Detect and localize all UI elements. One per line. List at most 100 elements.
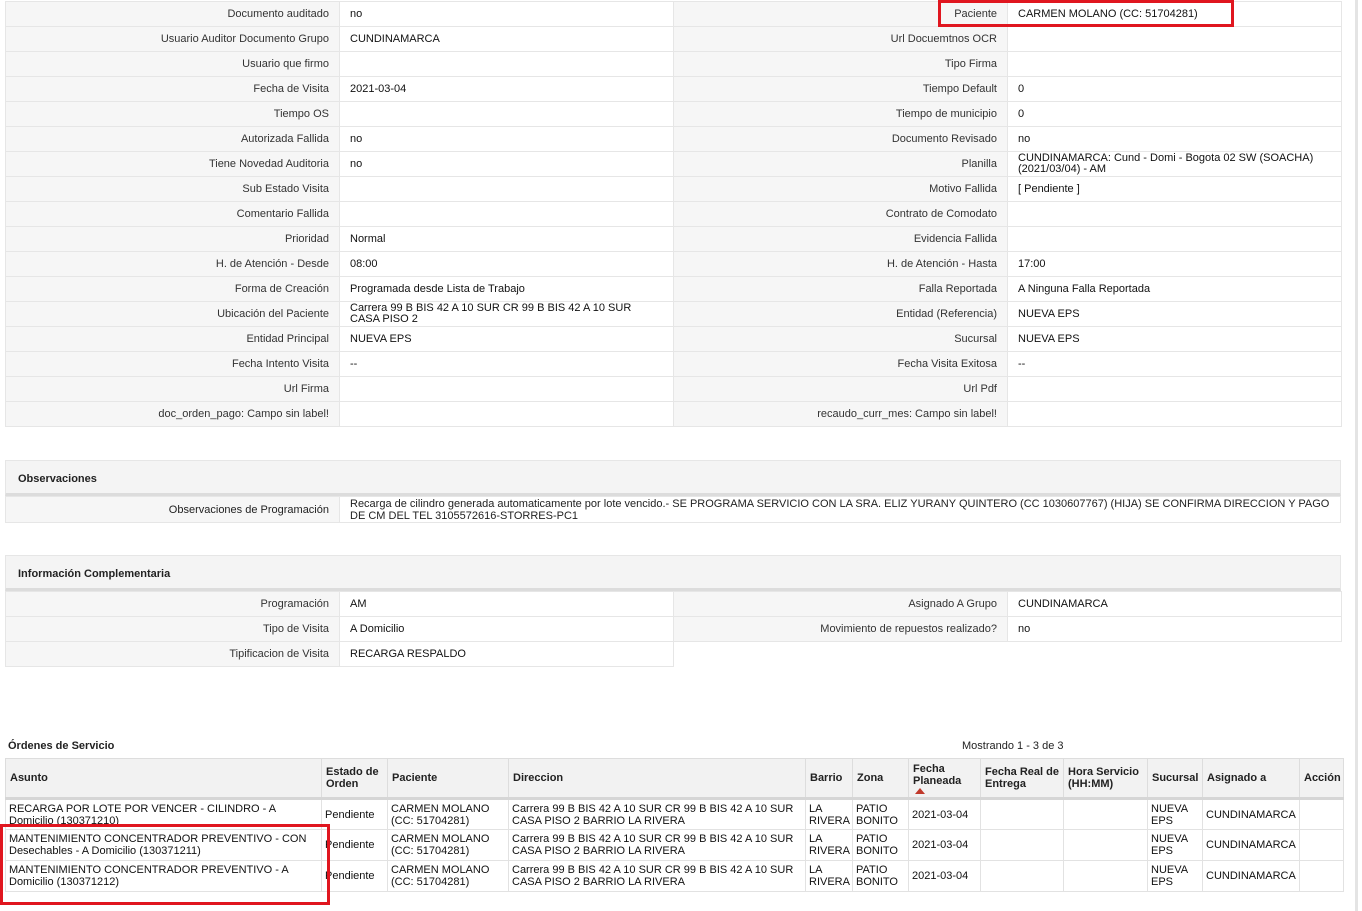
column-header-barrio[interactable]: Barrio	[805, 758, 853, 800]
column-header-estado[interactable]: Estado de Orden	[321, 758, 388, 800]
observaciones-value: Recarga de cilindro generada automaticam…	[339, 496, 1341, 523]
cell-asunto[interactable]: MANTENIMIENTO CONCENTRADOR PREVENTIVO - …	[5, 829, 322, 861]
detail-value	[1007, 226, 1342, 252]
detail-label: Ubicación del Paciente	[5, 301, 340, 327]
cell-sucursal: NUEVA EPS	[1147, 860, 1203, 892]
cell-direccion: Carrera 99 B BIS 42 A 10 SUR CR 99 B BIS…	[508, 829, 806, 861]
column-header-fecha-planeada[interactable]: Fecha Planeada	[908, 758, 981, 800]
detail-label: Evidencia Fallida	[673, 226, 1008, 252]
detail-value: no	[339, 126, 674, 152]
detail-label: Tiempo de municipio	[673, 101, 1008, 127]
detail-value: no	[339, 151, 674, 177]
column-header-direccion[interactable]: Direccion	[508, 758, 806, 800]
cell-zona: PATIO BONITO	[852, 860, 909, 892]
detail-label: Entidad Principal	[5, 326, 340, 352]
observaciones-table: Observaciones de Programación Recarga de…	[5, 496, 1341, 523]
cell-asunto[interactable]: MANTENIMIENTO CONCENTRADOR PREVENTIVO - …	[5, 860, 322, 892]
detail-value	[1007, 26, 1342, 52]
orders-table: Asunto Estado de Orden Paciente Direccio…	[5, 758, 1344, 892]
cell-barrio: LA RIVERA	[805, 860, 853, 892]
cell-fecha-real	[980, 860, 1064, 892]
cell-estado: Pendiente	[321, 798, 388, 830]
cell-estado: Pendiente	[321, 829, 388, 861]
cell-sucursal: NUEVA EPS	[1147, 829, 1203, 861]
column-header-accion: Acción	[1299, 758, 1344, 800]
detail-value: Programada desde Lista de Trabajo	[339, 276, 674, 302]
cell-estado: Pendiente	[321, 860, 388, 892]
column-header-fecha-real[interactable]: Fecha Real de Entrega	[980, 758, 1064, 800]
detail-value: CUNDINAMARCA	[339, 26, 674, 52]
detail-label: doc_orden_pago: Campo sin label!	[5, 401, 340, 427]
cell-fecha-real	[980, 798, 1064, 830]
detail-value: NUEVA EPS	[1007, 301, 1342, 327]
column-header-zona[interactable]: Zona	[852, 758, 909, 800]
detail-value	[339, 101, 674, 127]
cell-asignado: CUNDINAMARCA	[1202, 829, 1300, 861]
detail-value: no	[1007, 126, 1342, 152]
detail-label: H. de Atención - Hasta	[673, 251, 1008, 277]
cell-fecha-planeada: 2021-03-04	[908, 860, 981, 892]
table-row[interactable]: RECARGA POR LOTE POR VENCER - CILINDRO -…	[5, 798, 1344, 830]
detail-value	[1007, 401, 1342, 427]
detail-value	[339, 401, 674, 427]
column-header-sucursal[interactable]: Sucursal	[1147, 758, 1203, 800]
detail-row: Tipificacion de Visita RECARGA RESPALDO	[5, 641, 1342, 667]
detail-value	[1007, 376, 1342, 402]
detail-row: Url Firma Url Pdf	[5, 376, 1342, 402]
detail-label: Fecha Visita Exitosa	[673, 351, 1008, 377]
detail-label: Prioridad	[5, 226, 340, 252]
detail-row: Fecha de Visita 2021-03-04 Tiempo Defaul…	[5, 76, 1342, 102]
detail-value: Normal	[339, 226, 674, 252]
detail-label: Sub Estado Visita	[5, 176, 340, 202]
cell-sucursal: NUEVA EPS	[1147, 798, 1203, 830]
column-header-asignado[interactable]: Asignado a	[1202, 758, 1300, 800]
patient-value: CARMEN MOLANO (CC: 51704281)	[1007, 1, 1342, 27]
cell-barrio: LA RIVERA	[805, 829, 853, 861]
table-row[interactable]: MANTENIMIENTO CONCENTRADOR PREVENTIVO - …	[5, 829, 1344, 861]
cell-asunto[interactable]: RECARGA POR LOTE POR VENCER - CILINDRO -…	[5, 798, 322, 830]
detail-row: Tipo de Visita A Domicilio Movimiento de…	[5, 616, 1342, 642]
detail-value	[1007, 51, 1342, 77]
detail-value: CUNDINAMARCA	[1007, 591, 1342, 617]
cell-accion[interactable]	[1299, 860, 1344, 892]
detail-label: Movimiento de repuestos realizado?	[673, 616, 1008, 642]
detail-label: Url Firma	[5, 376, 340, 402]
cell-fecha-real	[980, 829, 1064, 861]
table-row[interactable]: MANTENIMIENTO CONCENTRADOR PREVENTIVO - …	[5, 860, 1344, 892]
detail-label: recaudo_curr_mes: Campo sin label!	[673, 401, 1008, 427]
detail-row: Usuario Auditor Documento Grupo CUNDINAM…	[5, 26, 1342, 52]
cell-accion[interactable]	[1299, 829, 1344, 861]
detail-row: Fecha Intento Visita -- Fecha Visita Exi…	[5, 351, 1342, 377]
cell-direccion: Carrera 99 B BIS 42 A 10 SUR CR 99 B BIS…	[508, 798, 806, 830]
vertical-scrollbar[interactable]	[1355, 0, 1358, 911]
detail-label: Tiene Novedad Auditoria	[5, 151, 340, 177]
detail-row: Tiempo OS Tiempo de municipio 0	[5, 101, 1342, 127]
detail-label: Tiempo Default	[673, 76, 1008, 102]
cell-asignado: CUNDINAMARCA	[1202, 860, 1300, 892]
cell-accion[interactable]	[1299, 798, 1344, 830]
complementaria-table: Programación AM Asignado A Grupo CUNDINA…	[5, 591, 1342, 667]
complementaria-header: Información Complementaria	[5, 555, 1341, 591]
column-header-label: Fecha Planeada	[913, 762, 962, 787]
detail-value: [ Pendiente ]	[1007, 176, 1342, 202]
cell-zona: PATIO BONITO	[852, 829, 909, 861]
detail-label: Fecha Intento Visita	[5, 351, 340, 377]
detail-value: no	[339, 1, 674, 27]
observaciones-label: Observaciones de Programación	[5, 496, 340, 523]
cell-paciente: CARMEN MOLANO (CC: 51704281)	[387, 829, 509, 861]
visit-detail-table: Documento auditado no Paciente CARMEN MO…	[5, 1, 1342, 427]
cell-asignado: CUNDINAMARCA	[1202, 798, 1300, 830]
detail-label: Planilla	[673, 151, 1008, 177]
column-header-hora-servicio[interactable]: Hora Servicio (HH:MM)	[1063, 758, 1148, 800]
detail-label: Motivo Fallida	[673, 176, 1008, 202]
detail-value	[339, 201, 674, 227]
cell-direccion: Carrera 99 B BIS 42 A 10 SUR CR 99 B BIS…	[508, 860, 806, 892]
detail-label: Fecha de Visita	[5, 76, 340, 102]
detail-value: AM	[339, 591, 674, 617]
column-header-paciente[interactable]: Paciente	[387, 758, 509, 800]
column-header-asunto[interactable]: Asunto	[5, 758, 322, 800]
sort-up-icon	[915, 787, 925, 794]
detail-value: Carrera 99 B BIS 42 A 10 SUR CR 99 B BIS…	[339, 301, 674, 327]
detail-row: Prioridad Normal Evidencia Fallida	[5, 226, 1342, 252]
detail-row: Forma de Creación Programada desde Lista…	[5, 276, 1342, 302]
